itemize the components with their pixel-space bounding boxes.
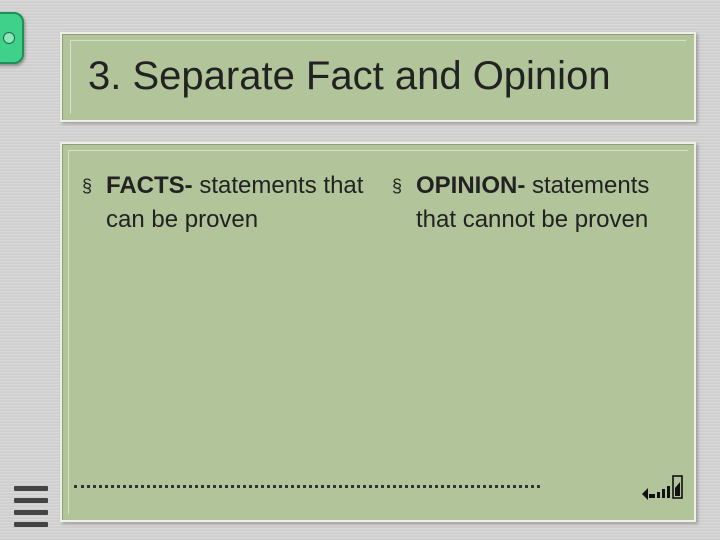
title-panel: 3. Separate Fact and Opinion (60, 32, 696, 122)
content-panel: § FACTS- statements that can be proven §… (60, 142, 696, 522)
facts-bullet: § FACTS- statements that can be proven (82, 169, 372, 237)
opinion-bullet: § OPINION- statements that cannot be pro… (392, 169, 672, 237)
opinion-text: OPINION- statements that cannot be prove… (392, 169, 672, 237)
dotted-divider (74, 485, 540, 488)
facts-text: FACTS- statements that can be proven (82, 169, 372, 237)
slide-title: 3. Separate Fact and Opinion (88, 54, 611, 98)
opinion-term: OPINION- (416, 172, 526, 199)
side-tab[interactable] (0, 12, 24, 64)
menu-icon[interactable] (14, 486, 48, 528)
facts-term: FACTS- (106, 172, 193, 199)
ring-icon (3, 32, 15, 44)
slide: 3. Separate Fact and Opinion § FACTS- st… (0, 0, 720, 540)
bullet-marker: § (82, 176, 93, 196)
bullet-marker: § (392, 176, 403, 196)
signal-icon (642, 475, 683, 500)
